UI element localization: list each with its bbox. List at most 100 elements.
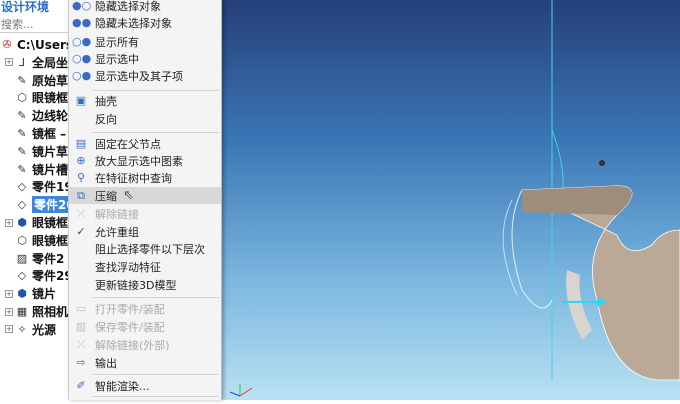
tree-item[interactable]: ✎ 镜片草 [5,143,68,160]
menu-item-label: 允许重组 [95,225,139,239]
tree-item[interactable]: ✎ 镜框 – [5,125,66,142]
menu-separator [93,297,219,298]
tree-item[interactable]: ◇ 零件29 [5,267,73,284]
menu-item[interactable]: 阻止选择零件以下层次 [69,240,221,257]
menu-item[interactable]: ▥ 保存零件/装配 [69,318,221,335]
tree-item[interactable]: ✎ 原始草 [5,72,68,89]
3d-viewport[interactable] [222,0,680,400]
tree-item-label: 镜框 – [32,127,67,141]
menu-item[interactable]: ●○ 隐藏选择对象 [69,0,221,14]
camera-icon: ▦ [16,305,28,318]
tree-item[interactable]: ⬡ 眼镜框 [5,89,68,106]
tree-item[interactable]: ⬡ 眼镜框 [5,232,68,249]
surface-icon: ◇ [17,180,27,194]
sketch-icon: ✎ [17,127,27,140]
tree-item-label: 零件2 [32,251,65,266]
hide-unselected-icon: ●● [72,16,92,29]
surface-icon: ◇ [17,269,27,283]
tree-item[interactable]: ◇ 零件19 [5,178,73,195]
menu-item[interactable]: 查找浮动特征 [69,258,221,275]
tree-item-label: 眼镜框 [32,233,69,248]
menu-item[interactable]: ✐ 智能渲染... [69,377,221,394]
menu-item-label: 输出 [95,356,117,370]
tree-item[interactable]: + ✧ 光源 [5,321,56,338]
menu-item-label: 查找浮动特征 [95,260,161,274]
tree-item-label: 镜片槽 [32,162,69,177]
axis-triad-icon [229,384,253,397]
menu-item[interactable]: 反向 [69,110,221,127]
tree-item-label: 照相机 [32,305,69,319]
panel-title: 设计环境 [1,0,50,14]
menu-item[interactable]: ▭ 打开零件/装配 [69,300,221,317]
expand-toggle[interactable]: + [5,325,13,334]
unlink-icon: ⤫ [76,206,86,220]
tree-item[interactable]: + ⅃ 全局坐 [5,54,68,71]
menu-item-label: 解除链接(外部) [95,338,170,352]
show-all-icon: ○● [72,35,92,48]
tree-item-label: 零件19 [32,180,73,195]
expand-toggle[interactable]: + [5,58,13,67]
unlink-external-icon: ⤫ [76,337,86,351]
tree-item-label: 光源 [32,322,57,337]
menu-item[interactable]: ▤ 固定在父节点 [69,135,221,152]
tree-item-label: 眼镜框 [32,91,69,106]
menu-item[interactable]: ⤫ 解除链接(外部) [69,336,221,353]
menu-separator [93,396,219,397]
save-icon: ▥ [75,320,87,333]
sketch-icon: ✎ [17,73,27,87]
menu-item-label: 打开零件/装配 [95,302,165,316]
menu-item[interactable]: ○● 显示所有 [69,33,221,50]
pin-icon: ▤ [75,137,87,150]
menu-item[interactable]: ✓ 允许重组 [69,223,221,240]
menu-item[interactable]: ○● 显示选中及其子项 [69,67,221,84]
menu-item[interactable]: ⊕ 放大显示选中图素 [69,152,221,169]
menu-item[interactable]: ▣ 抽壳 [69,92,221,109]
menu-item[interactable]: 更新链接3D模型 [69,276,221,293]
axis-icon: ⅃ [18,55,26,69]
hide-selected-icon: ●○ [72,0,92,12]
tree-item-label: 全局坐 [32,55,69,70]
tree-item[interactable]: + ⬢ 眼镜框 [5,214,68,231]
tree-item[interactable]: ▨ 零件2 [5,250,65,267]
solid-icon: ⬢ [17,287,27,301]
menu-item-label: 智能渲染... [95,379,150,393]
mouse-cursor-icon: ⇖ [123,188,134,203]
menu-item-label: 隐藏未选择对象 [95,16,172,30]
export-icon: ⇨ [76,356,86,369]
suppress-icon: ⧉ [77,188,85,202]
part-icon: ⬡ [17,91,27,105]
tree-item[interactable]: ✎ 镜片槽 [5,161,68,178]
image-icon: ▨ [16,251,28,265]
show-selected-icon: ○● [72,52,92,65]
menu-item[interactable]: ○● 显示选中 [69,50,221,67]
tree-item[interactable]: ◇ 零件20 [5,196,77,214]
brush-icon: ✐ [76,379,86,392]
shell-icon: ▣ [75,94,87,107]
menu-separator [93,132,219,133]
expand-toggle[interactable]: + [5,218,13,227]
pivot-marker [599,160,605,166]
sketch-icon: ✎ [17,162,27,176]
menu-item[interactable]: ●● 隐藏未选择对象 [69,14,221,31]
tree-item[interactable]: + ⬢ 镜片 [5,285,56,302]
menu-item[interactable]: ⚲ 在特征树中查询 [69,169,221,186]
menu-item-label: 抽壳 [95,94,117,108]
tree-item[interactable]: ✎ 边线轮 [5,107,68,124]
menu-item[interactable]: ⧉ 压缩 ⇖ [69,187,221,204]
menu-item-label: 显示所有 [95,35,139,49]
tree-item[interactable]: ✇ C:\Users\ [0,36,77,53]
menu-item-label: 放大显示选中图素 [95,154,183,168]
menu-item-label: 保存零件/装配 [95,320,165,334]
part-icon: ⬡ [17,233,27,247]
tree-item-label: 零件29 [32,269,73,284]
check-icon: ✓ [76,225,86,238]
expand-toggle[interactable]: + [5,307,13,316]
sketch-icon: ✎ [17,144,27,158]
tree-item[interactable]: + ▦ 照相机 [5,303,68,320]
menu-item-label: 阻止选择零件以下层次 [95,242,205,256]
menu-item-label: 更新链接3D模型 [95,278,177,292]
menu-item[interactable]: ⇨ 输出 [69,354,221,371]
menu-item[interactable]: ⤫ 解除链接 [69,205,221,222]
open-folder-icon: ▭ [75,302,87,315]
expand-toggle[interactable]: + [5,289,13,298]
